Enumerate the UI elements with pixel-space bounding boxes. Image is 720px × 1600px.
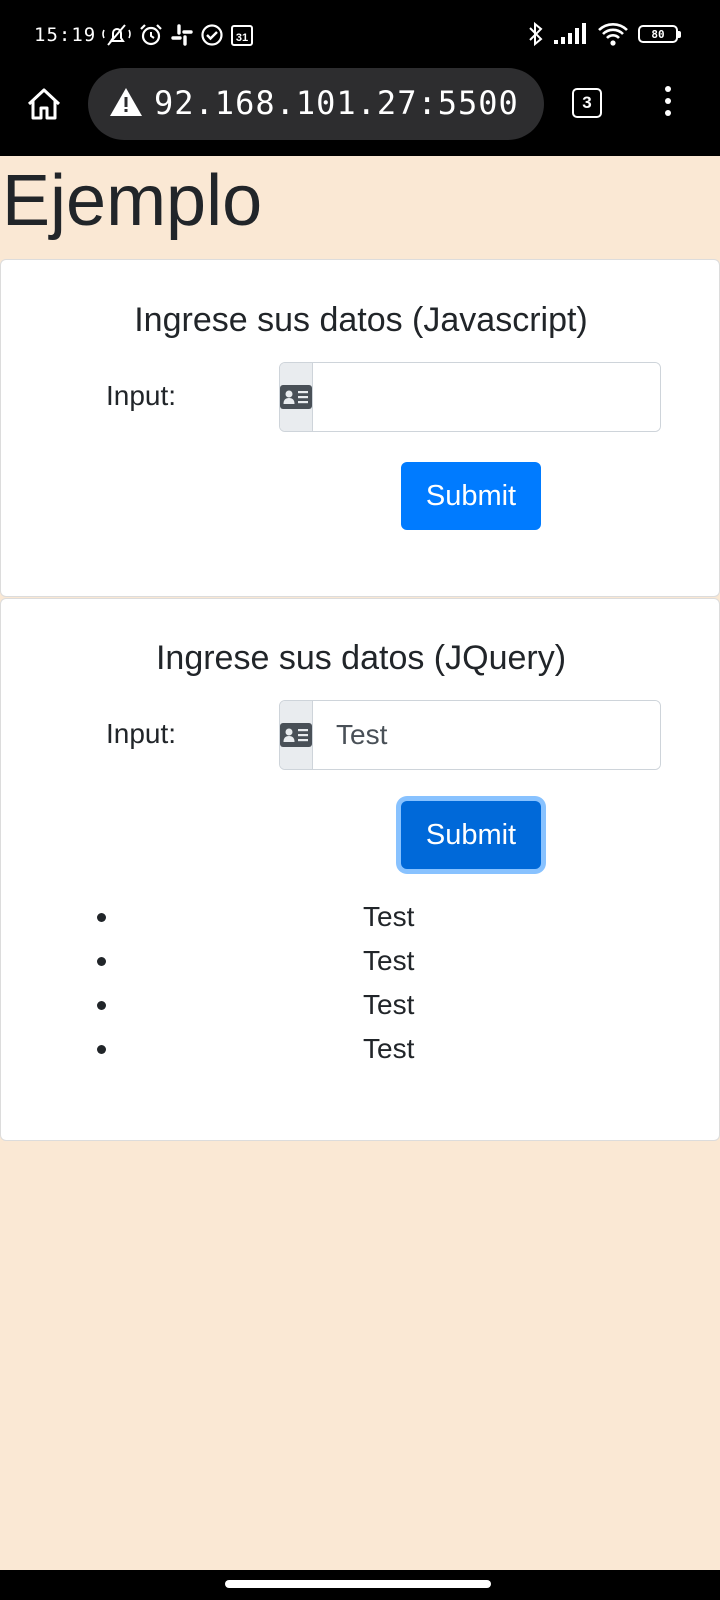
page-title: Ejemplo: [2, 161, 263, 241]
slack-icon: [170, 23, 194, 47]
gesture-handle[interactable]: [225, 1580, 491, 1588]
input-addon: [280, 701, 313, 769]
url-bar[interactable]: 92.168.101.27:5500: [88, 68, 544, 140]
status-bar: 15:19 31 80: [0, 0, 720, 68]
id-card-icon: [280, 385, 312, 409]
wifi-icon: [597, 21, 629, 47]
javascript-form-card: Ingrese sus datos (Javascript) Input: Su…: [0, 259, 720, 597]
calendar-day: 31: [236, 32, 248, 44]
bullet-icon: [97, 1045, 106, 1054]
clock: 15:19: [34, 24, 97, 46]
jquery-input[interactable]: [313, 701, 660, 769]
list-item: Test: [1, 939, 720, 983]
input-label: Input:: [106, 380, 177, 411]
jquery-form-card: Ingrese sus datos (JQuery) Input: Submit…: [0, 598, 720, 1141]
bullet-icon: [97, 913, 106, 922]
tab-count: 3: [582, 93, 592, 112]
form-title: Ingrese sus datos (JQuery): [155, 639, 567, 677]
alarm-icon: [138, 22, 164, 48]
url-text[interactable]: 92.168.101.27:5500: [154, 84, 519, 122]
input-group: [279, 362, 661, 432]
calendar-icon: 31: [230, 23, 254, 47]
home-icon: [27, 88, 61, 120]
input-label: Input:: [106, 718, 177, 749]
id-card-icon: [280, 723, 312, 747]
navigation-bar: [0, 1570, 720, 1600]
input-addon: [280, 363, 313, 431]
list-item: Test: [1, 1027, 720, 1071]
warning-icon[interactable]: [108, 86, 144, 123]
javascript-submit-button[interactable]: Submit: [401, 462, 541, 530]
input-group: [279, 700, 661, 770]
signal-icon: [554, 23, 588, 45]
result-list: Test Test Test Test: [1, 895, 720, 1071]
bluetooth-icon: [527, 21, 545, 47]
battery-level: 80: [651, 27, 665, 41]
list-item-text: Test: [363, 1033, 415, 1064]
home-button[interactable]: [24, 84, 64, 124]
battery-icon: 80: [638, 25, 681, 43]
list-item-text: Test: [363, 945, 415, 976]
bullet-icon: [97, 957, 106, 966]
check-circle-icon: [200, 23, 224, 47]
more-vert-icon[interactable]: [656, 86, 680, 122]
javascript-input[interactable]: [313, 363, 660, 431]
list-item-text: Test: [363, 989, 415, 1020]
form-title: Ingrese sus datos (Javascript): [134, 301, 588, 339]
list-item: Test: [1, 895, 720, 939]
bullet-icon: [97, 1001, 106, 1010]
list-item: Test: [1, 983, 720, 1027]
jquery-submit-button[interactable]: Submit: [401, 801, 541, 869]
list-item-text: Test: [363, 901, 415, 932]
status-right: 80: [527, 20, 681, 48]
tabs-icon[interactable]: 3: [572, 88, 602, 118]
status-left: 15:19 31: [34, 22, 254, 48]
muted-bell-icon: [102, 22, 132, 48]
